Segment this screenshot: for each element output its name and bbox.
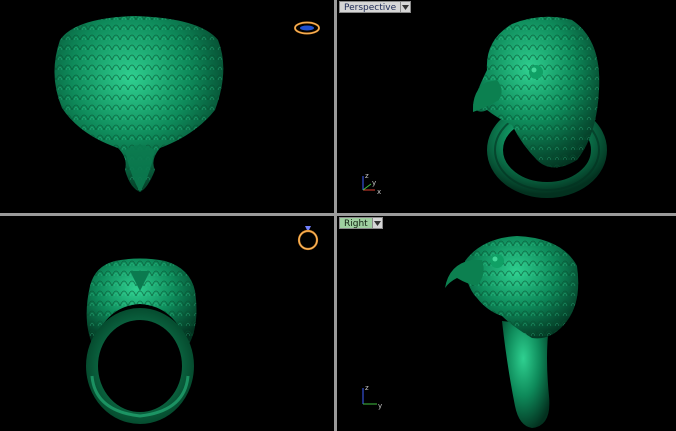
- axis-y-label: y: [372, 179, 376, 187]
- eagle-ring-model-top[interactable]: [0, 0, 334, 213]
- viewport-front[interactable]: [0, 216, 334, 431]
- eagle-ring-model-front[interactable]: [0, 216, 334, 431]
- axis-y-label: y: [378, 402, 382, 410]
- viewport-right[interactable]: Right z y: [337, 216, 676, 431]
- viewport-perspective[interactable]: Perspective z y x: [337, 0, 676, 213]
- axis-z-label: z: [365, 384, 369, 392]
- ring-top-icon[interactable]: [296, 222, 320, 256]
- axis-z-label: z: [365, 172, 369, 180]
- viewport-top[interactable]: [0, 0, 334, 213]
- axis-x-label: x: [377, 188, 381, 196]
- axis-gizmo: z y x: [357, 170, 391, 200]
- viewport-divider-horizontal[interactable]: [0, 213, 676, 216]
- axis-gizmo: z y: [357, 382, 391, 414]
- ring-orientation-icon[interactable]: [294, 20, 320, 39]
